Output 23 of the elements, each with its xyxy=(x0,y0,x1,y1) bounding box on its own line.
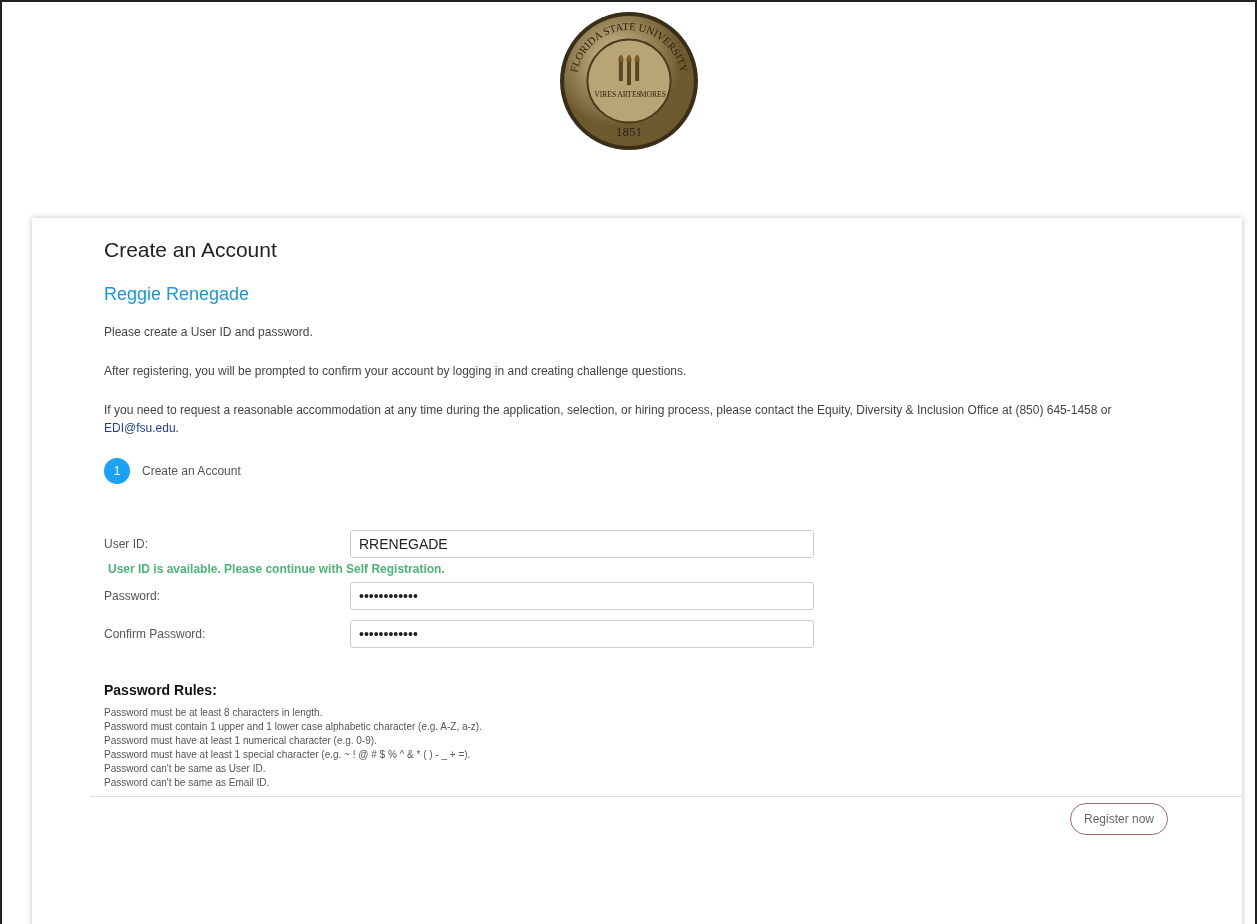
rules-heading: Password Rules: xyxy=(104,682,218,698)
password-rule: Password must have at least 1 numerical character (e.g. 0-9). xyxy=(104,734,378,748)
register-button[interactable]: Register now xyxy=(1069,803,1168,835)
page-title: Create an Account xyxy=(104,238,278,262)
input-field[interactable]: •••••••••••• xyxy=(350,620,814,648)
step-label: Create an Account xyxy=(142,464,241,478)
password-rule: Password can't be same as Email ID. xyxy=(104,776,271,790)
field-label: Confirm Password: xyxy=(104,627,207,641)
password-rule: Password must contain 1 upper and 1 lower case alphabetic character (e.g. A-Z, a-z). xyxy=(104,720,483,734)
email-link[interactable]: EDI@fsu.edu xyxy=(104,421,176,435)
step-number: 1 xyxy=(104,458,130,484)
instruction-text: Please create a User ID and password. xyxy=(104,324,314,341)
instruction-text: After registering, you will be prompted to confirm your account by logging in and creating challenge questions. xyxy=(104,363,688,380)
field-label: Password: xyxy=(104,589,162,603)
instruction-text: If you need to request a reasonable accommodation at any time during the application, selection, or hiring process, please contact the Equity, Diversity & Inclusion Office at (850) 645-1458 or EDI@fsu.edu. xyxy=(104,402,1113,437)
input-field[interactable]: •••••••••••• xyxy=(350,582,814,610)
password-rule: Password can't be same as User ID. xyxy=(104,762,267,776)
availability-message: User ID is available. Please continue with Self Registration. xyxy=(108,562,446,576)
password-rule: Password must have at least 1 special character (e.g. ~ ! @ # $ % ^ & * ( ) - _ + =). xyxy=(104,748,472,762)
password-rule: Password must be at least 8 characters in length. xyxy=(104,706,324,720)
applicant-name: Reggie Renegade xyxy=(104,284,251,305)
input-field[interactable]: RRENEGADE xyxy=(350,530,814,558)
field-label: User ID: xyxy=(104,537,149,551)
